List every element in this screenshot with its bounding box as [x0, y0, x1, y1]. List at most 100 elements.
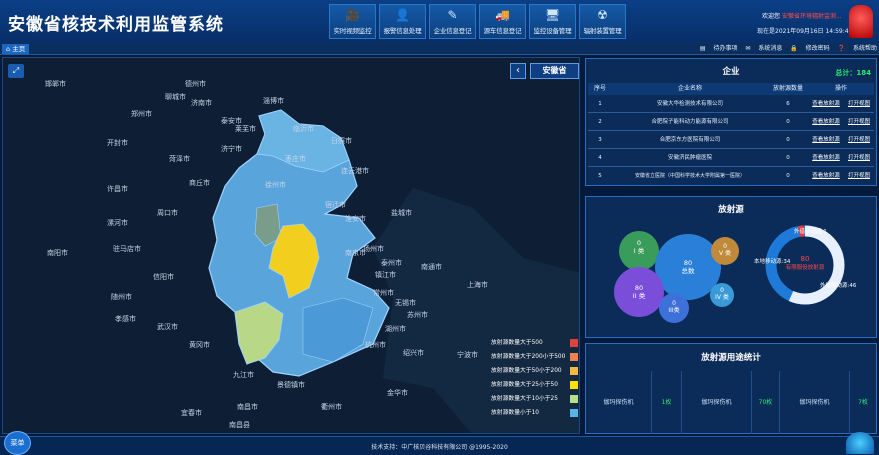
nav-monitor-device[interactable]: 🖥 监控设备管理 [529, 4, 576, 39]
view-source-link[interactable]: 查看放射源 [808, 168, 844, 185]
city-label: 菏泽市 [169, 155, 190, 163]
bubble-label: 80 II 类 [619, 284, 659, 300]
row-count: 0 [786, 173, 790, 179]
view-source-link[interactable]: 查看放射源 [808, 132, 844, 148]
province-button[interactable]: 安徽省 [530, 63, 579, 79]
city-label: 驻马店市 [113, 245, 141, 253]
usage-stats-title: 放射源用途统计 [701, 353, 761, 363]
tab-home[interactable]: ⌂ 主页 [2, 44, 30, 54]
open-view-link[interactable]: 打开视图 [844, 114, 874, 130]
row-count: 0 [786, 137, 790, 143]
bubble-caption: IV 类 [715, 294, 729, 301]
help-link[interactable]: ❓ 系统帮助 [838, 45, 877, 52]
legend-item: 放射源数量大于50小于200 [489, 364, 579, 378]
usage-count: 1枚 [652, 371, 682, 434]
bubble-caption: II 类 [632, 292, 646, 300]
col-header: 序号 [593, 85, 606, 92]
messages-link[interactable]: ✉ 系统消息 [745, 45, 782, 52]
usage-label: 伽玛探伤机 [780, 371, 850, 434]
nav-realtime-video[interactable]: 🎥 实时视频监控 [329, 4, 376, 39]
open-view-link[interactable]: 打开视图 [844, 150, 874, 166]
city-label: 景德镇市 [277, 381, 305, 389]
city-label: 南昌市 [237, 403, 258, 411]
city-label: 镇江市 [375, 271, 396, 279]
col-header: 放射源数量 [772, 85, 803, 92]
city-label: 济宁市 [221, 145, 242, 153]
legend-swatch [570, 353, 578, 361]
tab-home-label: 主页 [12, 45, 26, 53]
alarm-user-icon: 👤 [395, 8, 410, 22]
city-label: 无锡市 [395, 299, 416, 307]
row-no: 4 [598, 155, 602, 161]
edit-icon: ✎ [447, 8, 458, 22]
help-label: 系统帮助 [852, 45, 877, 52]
back-button[interactable]: ‹ [510, 63, 526, 79]
view-source-link[interactable]: 查看放射源 [808, 150, 844, 166]
city-label: 衢州市 [321, 403, 342, 411]
nav-label: 实时视频监控 [333, 27, 372, 35]
city-label: 德州市 [185, 80, 206, 88]
legend-swatch [570, 395, 578, 403]
bubble-value: 80 [634, 284, 644, 292]
welcome-label: 欢迎您 [762, 13, 781, 20]
bubble-label: 0 III类 [659, 300, 689, 314]
legend-label: 放射源数量大于200小于500 [491, 354, 566, 360]
view-source-link[interactable]: 查看放射源 [808, 96, 844, 112]
usage-label: 伽玛探伤机 [682, 371, 752, 434]
open-view-link[interactable]: 打开视图 [844, 168, 874, 185]
bubble-caption: I 类 [633, 247, 645, 255]
row-count: 6 [786, 101, 790, 107]
row-count: 0 [786, 155, 790, 161]
bubble-value: 0 [720, 287, 724, 294]
city-label: 聊城市 [165, 93, 186, 101]
password-label: 修改密码 [805, 45, 830, 52]
open-view-link[interactable]: 打开视图 [844, 132, 874, 148]
menu-button[interactable]: 菜单 [4, 431, 31, 455]
open-view-link[interactable]: 打开视图 [844, 96, 874, 112]
city-label: 盐城市 [391, 209, 412, 217]
bubble-caption: III类 [668, 307, 680, 314]
city-label: 湖州市 [385, 325, 406, 333]
city-label: 周口市 [157, 209, 178, 217]
table-row: 5 安徽省立医院（中国科学技术大学附属第一医院） 0 查看放射源 打开视图 [588, 168, 874, 185]
nav-radiation-device[interactable]: ☢ 辐射装置管理 [579, 4, 626, 39]
city-label: 许昌市 [107, 185, 128, 193]
user-name[interactable]: 安徽省环境辐射监测... [782, 13, 842, 20]
nav-label: 源车信息登记 [483, 27, 522, 35]
map-legend: 放射源数量大于500 放射源数量大于200小于500 放射源数量大于50小于20… [489, 336, 579, 420]
donut-local-label: 本地移动源:34 [754, 259, 791, 265]
tab-bar: ⌂ 主页 ▤ 待办事项 ✉ 系统消息 🔒 修改密码 ❓ 系统帮助 [0, 43, 879, 55]
col-header: 操作 [834, 85, 847, 92]
current-datetime: 现在是2021年09月16日 14:59:49 [757, 28, 853, 35]
donut-center-value: 80 [800, 255, 810, 263]
city-label: 宜春市 [181, 409, 202, 417]
fullscreen-icon[interactable]: ⤢ [8, 64, 24, 78]
todo-label: 待办事项 [713, 45, 738, 52]
bubble-value: 0 [636, 239, 642, 247]
alarm-light-icon[interactable] [849, 5, 873, 38]
map-view[interactable]: ⤢ ‹ 安徽省 邯郸市 德州市 聊城市 济南市 泰安市 淄博市 莱芜市 临沂市 … [2, 57, 580, 434]
view-source-link[interactable]: 查看放射源 [808, 114, 844, 130]
city-label: 漯河市 [107, 219, 128, 227]
bubble-value: 0 [723, 243, 727, 250]
page-title: 安徽省核技术利用监管系统 [8, 15, 224, 35]
bubble-label: 0 V 类 [710, 243, 740, 257]
city-label: 南昌县 [229, 421, 250, 429]
usage-count: 7枚 [858, 399, 868, 406]
nav-enterprise-register[interactable]: ✎ 企业信息登记 [429, 4, 476, 39]
radiation-device-icon: ☢ [597, 8, 608, 22]
password-link[interactable]: 🔒 修改密码 [790, 45, 829, 52]
todo-link[interactable]: ▤ 待办事项 [700, 45, 738, 52]
legend-label: 放射源数量大于50小于200 [491, 368, 562, 374]
nav-alarm-processing[interactable]: 👤 报警信息处理 [379, 4, 426, 39]
footer-bar: 技术支持：中广核贝谷科技有限公司 @1995-2020 [0, 436, 879, 455]
city-label: 苏州市 [407, 311, 428, 319]
assistant-robot-icon[interactable] [846, 432, 874, 454]
city-label: 九江市 [233, 371, 254, 379]
city-label: 莱芜市 [235, 125, 256, 133]
enterprise-title: 企业 [722, 67, 740, 77]
city-label: 绍兴市 [403, 349, 424, 357]
legend-item: 放射源数量大于200小于500 [489, 350, 579, 364]
nav-label: 监控设备管理 [533, 27, 572, 35]
nav-vehicle-register[interactable]: 🚚 源车信息登记 [479, 4, 526, 39]
